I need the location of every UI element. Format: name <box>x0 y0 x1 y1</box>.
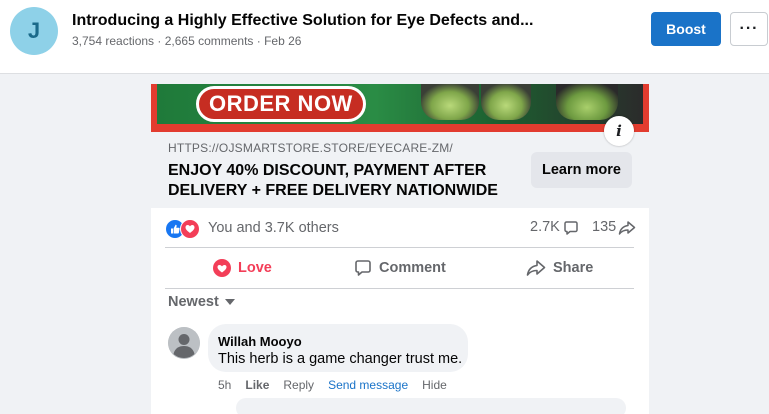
link-headline: ENJOY 40% DISCOUNT, PAYMENT AFTER DELIVE… <box>168 162 498 199</box>
product-jar-image <box>421 84 479 120</box>
engagement-summary: You and 3.7K others 2.7K 135 <box>151 208 649 248</box>
link-url: HTTPS://OJSMARTSTORE.STORE/EYECARE-ZM/ <box>168 141 453 155</box>
shares-count[interactable]: 135 <box>592 219 616 235</box>
love-button[interactable]: Love <box>213 249 272 287</box>
reply-bubble <box>236 398 626 414</box>
comments-count[interactable]: 2.7K <box>530 219 560 235</box>
send-message-link[interactable]: Send message <box>328 378 408 392</box>
post-card: ORDER NOW HTTPS://OJSMARTSTORE.STORE/EYE… <box>151 84 649 414</box>
comment-author[interactable]: Willah Mooyo <box>218 334 302 349</box>
avatar[interactable] <box>168 327 200 359</box>
more-options-button[interactable]: ··· <box>730 12 768 46</box>
comment-reply-link[interactable]: Reply <box>283 378 314 392</box>
comment-like-link[interactable]: Like <box>245 378 269 392</box>
product-jar-image <box>556 84 618 120</box>
love-icon <box>213 259 231 277</box>
boost-button[interactable]: Boost <box>651 12 721 46</box>
comment-sort-dropdown[interactable]: Newest <box>168 294 235 310</box>
share-icon <box>526 260 546 276</box>
love-label: Love <box>238 260 272 276</box>
comment-button[interactable]: Comment <box>354 249 446 287</box>
comment-text: This herb is a game changer trust me. <box>218 351 463 367</box>
comment-icon <box>355 260 371 276</box>
comment-item: Willah Mooyo This herb is a game changer… <box>168 324 638 394</box>
learn-more-button[interactable]: Learn more <box>531 152 632 188</box>
post-meta: 3,754 reactions · 2,665 comments · Feb 2… <box>72 34 302 48</box>
sort-label: Newest <box>168 294 219 310</box>
divider <box>165 247 634 248</box>
post-actions: Love Comment Share <box>151 249 649 287</box>
share-icon <box>618 220 636 241</box>
comment-time[interactable]: 5h <box>218 378 231 392</box>
post-title[interactable]: Introducing a Highly Effective Solution … <box>72 12 533 30</box>
share-label: Share <box>553 260 594 276</box>
hide-comment-link[interactable]: Hide <box>422 378 447 392</box>
post-header: J Introducing a Highly Effective Solutio… <box>0 0 769 74</box>
product-jar-image <box>481 84 531 120</box>
chevron-down-icon <box>224 299 235 305</box>
order-now-graphic: ORDER NOW <box>196 86 366 122</box>
ad-image[interactable]: ORDER NOW <box>151 84 649 132</box>
share-button[interactable]: Share <box>526 249 593 287</box>
comment-actions: 5h Like Reply Send message Hide <box>218 378 461 392</box>
comment-icon <box>563 220 579 241</box>
default-avatar-icon <box>168 327 200 359</box>
reaction-icons[interactable] <box>165 219 203 239</box>
link-preview[interactable]: HTTPS://OJSMARTSTORE.STORE/EYECARE-ZM/ E… <box>151 132 649 208</box>
comment-label: Comment <box>379 260 446 276</box>
comment-bubble: Willah Mooyo This herb is a game changer… <box>208 324 468 372</box>
reactions-summary[interactable]: You and 3.7K others <box>208 220 339 236</box>
divider <box>165 288 634 289</box>
info-icon[interactable]: i <box>604 116 634 146</box>
page-avatar[interactable]: J <box>10 7 58 55</box>
love-reaction-icon <box>180 219 200 239</box>
